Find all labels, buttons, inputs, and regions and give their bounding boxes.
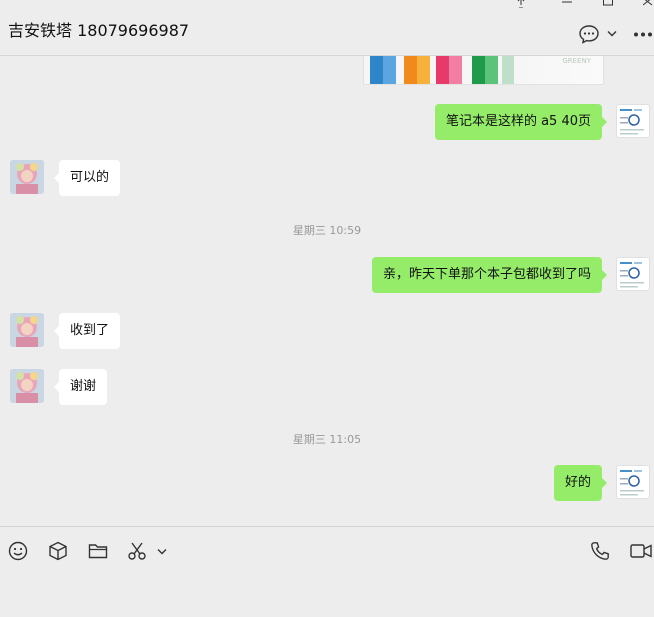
message-bubble-contact[interactable]: 可以的 — [53, 160, 121, 196]
pin-icon[interactable] — [516, 0, 526, 10]
folder-icon[interactable] — [88, 541, 108, 561]
more-icon[interactable] — [633, 32, 653, 37]
chevron-down-icon[interactable] — [157, 548, 167, 556]
avatar-self[interactable] — [616, 465, 650, 499]
message-bubble-self[interactable]: 好的 — [553, 465, 608, 501]
chat-header: 吉安铁塔 18079696987 — [0, 0, 654, 56]
minimize-icon[interactable] — [562, 0, 572, 10]
message-timestamp: 星期三 10:59 — [292, 224, 362, 237]
maximize-icon[interactable] — [603, 0, 613, 10]
scissors-icon[interactable] — [127, 541, 147, 561]
avatar-self[interactable] — [616, 104, 650, 138]
image-brand-text: GREENY — [562, 57, 591, 65]
message-bubble-contact[interactable]: 收到了 — [53, 313, 121, 349]
cube-icon[interactable] — [48, 541, 68, 561]
chat-bubble-icon[interactable] — [579, 24, 599, 44]
message-bubble-self[interactable]: 笔记本是这样的 a5 40页 — [434, 104, 608, 140]
phone-icon[interactable] — [590, 541, 610, 561]
input-toolbar — [0, 526, 654, 577]
avatar-contact[interactable] — [10, 313, 44, 347]
chevron-down-icon[interactable] — [607, 30, 617, 38]
message-timestamp: 星期三 11:05 — [292, 433, 362, 446]
video-icon[interactable] — [630, 541, 652, 561]
close-icon[interactable] — [642, 0, 653, 10]
avatar-self[interactable] — [616, 257, 650, 291]
chat-messages[interactable]: GREENY 笔记本是这样的 a5 40页 可以的 星期三 10:59 亲，昨天… — [0, 56, 654, 526]
avatar-contact[interactable] — [10, 160, 44, 194]
image-message[interactable]: GREENY — [363, 56, 604, 85]
message-input[interactable] — [0, 576, 654, 617]
emoji-icon[interactable] — [8, 541, 28, 561]
message-bubble-contact[interactable]: 谢谢 — [53, 369, 108, 405]
message-bubble-self[interactable]: 亲，昨天下单那个本子包都收到了吗 — [371, 257, 608, 293]
chat-title: 吉安铁塔 18079696987 — [8, 21, 190, 40]
avatar-contact[interactable] — [10, 369, 44, 403]
